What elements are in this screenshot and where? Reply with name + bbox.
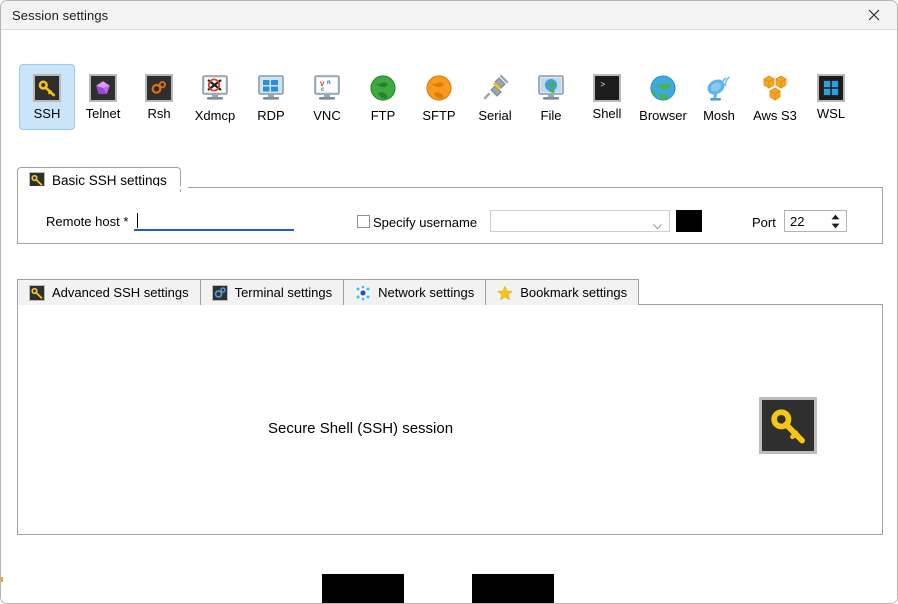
tab-label: Network settings <box>378 285 475 300</box>
wsl-windows-icon <box>817 74 845 102</box>
session-type-vnc[interactable]: V n c VNC <box>299 64 355 130</box>
session-type-label: Aws S3 <box>753 108 797 123</box>
session-type-sftp[interactable]: SFTP <box>411 64 467 130</box>
window-title: Session settings <box>12 7 109 23</box>
close-button[interactable] <box>851 1 897 28</box>
session-type-label: SSH <box>33 106 61 121</box>
port-spinner[interactable] <box>784 210 847 232</box>
session-type-label: RDP <box>257 108 285 123</box>
aws-s3-cubes-icon <box>759 72 791 104</box>
rdp-monitor-icon <box>255 72 287 104</box>
tab-advanced-ssh-settings[interactable]: Advanced SSH settings <box>17 279 201 305</box>
redacted-field <box>676 210 702 232</box>
session-type-ssh[interactable]: SSH <box>19 64 75 130</box>
session-type-telnet[interactable]: Telnet <box>75 64 131 130</box>
session-type-aws-s3[interactable]: Aws S3 <box>747 64 803 130</box>
edge-artifact <box>1 577 3 582</box>
ftp-globe-icon <box>367 72 399 104</box>
session-type-mosh[interactable]: Mosh <box>691 64 747 130</box>
session-type-label: Telnet <box>85 106 121 121</box>
tab-label: Terminal settings <box>234 285 333 300</box>
ok-button[interactable] <box>322 574 404 603</box>
session-type-label: Xdmcp <box>194 108 236 123</box>
serial-plug-icon <box>479 72 511 104</box>
session-type-browser[interactable]: Browser <box>635 64 691 130</box>
port-increment-button[interactable] <box>830 213 841 221</box>
port-label: Port <box>752 215 776 230</box>
session-type-ftp[interactable]: FTP <box>355 64 411 130</box>
tab-network-settings[interactable]: Network settings <box>343 279 487 305</box>
session-type-label: Rsh <box>147 106 171 121</box>
session-type-shell[interactable]: > Shell <box>579 64 635 130</box>
session-type-label: Mosh <box>703 108 735 123</box>
svg-text:>: > <box>600 80 605 90</box>
session-type-label: Serial <box>478 108 512 123</box>
session-type-label: Browser <box>639 108 687 123</box>
terminal-gear-icon <box>211 284 228 301</box>
session-type-file[interactable]: File <box>523 64 579 130</box>
port-decrement-button[interactable] <box>830 222 841 230</box>
file-monitor-icon <box>535 72 567 104</box>
browser-globe-icon <box>647 72 679 104</box>
session-type-rdp[interactable]: RDP <box>243 64 299 130</box>
title-bar: Session settings <box>1 1 897 30</box>
session-type-label: SFTP <box>422 108 456 123</box>
tab-label: Bookmark settings <box>520 285 628 300</box>
svg-text:n: n <box>327 80 331 86</box>
session-type-label: FTP <box>370 108 396 123</box>
username-combobox[interactable] <box>490 210 670 232</box>
rsh-gears-icon <box>145 74 173 102</box>
telnet-icon <box>89 74 117 102</box>
xdmcp-monitor-icon <box>199 72 231 104</box>
close-icon <box>868 9 880 20</box>
chevron-down-icon <box>653 218 662 233</box>
dialog-body: SSH Telnet Rsh Xdmcp RDP V n c VNC FTP S… <box>1 30 897 603</box>
session-type-wsl[interactable]: WSL <box>803 64 859 130</box>
ssh-key-icon <box>29 284 45 301</box>
cancel-button[interactable] <box>472 574 554 603</box>
session-type-label: File <box>540 108 562 123</box>
tab-bookmark-settings[interactable]: Bookmark settings <box>485 279 640 305</box>
session-type-xdmcp[interactable]: Xdmcp <box>187 64 243 130</box>
session-type-serial[interactable]: Serial <box>467 64 523 130</box>
ssh-key-large-icon <box>759 397 817 454</box>
shell-prompt-icon: > <box>593 74 621 102</box>
session-type-label: Shell <box>592 106 622 121</box>
tab-terminal-settings[interactable]: Terminal settings <box>199 279 345 305</box>
session-type-toolbar: SSH Telnet Rsh Xdmcp RDP V n c VNC FTP S… <box>1 30 897 130</box>
sftp-globe-icon <box>423 72 455 104</box>
ssh-key-icon <box>33 74 61 102</box>
session-description: Secure Shell (SSH) session <box>268 420 454 437</box>
session-type-label: VNC <box>313 108 341 123</box>
star-icon <box>497 285 513 301</box>
session-settings-dialog: Session settings SSH Telnet Rsh Xdmcp RD… <box>0 0 898 604</box>
mosh-dish-icon <box>703 72 735 104</box>
vnc-monitor-icon: V n c <box>311 72 343 104</box>
specify-username-checkbox[interactable] <box>357 215 370 228</box>
session-type-rsh[interactable]: Rsh <box>131 64 187 130</box>
session-type-label: WSL <box>816 106 846 121</box>
tab-label: Advanced SSH settings <box>52 285 189 300</box>
remote-host-label: Remote host * <box>46 214 129 229</box>
network-nodes-icon <box>355 285 371 301</box>
remote-host-input[interactable] <box>134 211 294 231</box>
port-input[interactable] <box>790 214 824 229</box>
settings-tabstrip: Advanced SSH settings Terminal settings <box>17 279 640 305</box>
text-caret <box>137 213 138 228</box>
tab-seam-cover <box>18 186 188 189</box>
specify-username-label: Specify username <box>373 215 478 230</box>
